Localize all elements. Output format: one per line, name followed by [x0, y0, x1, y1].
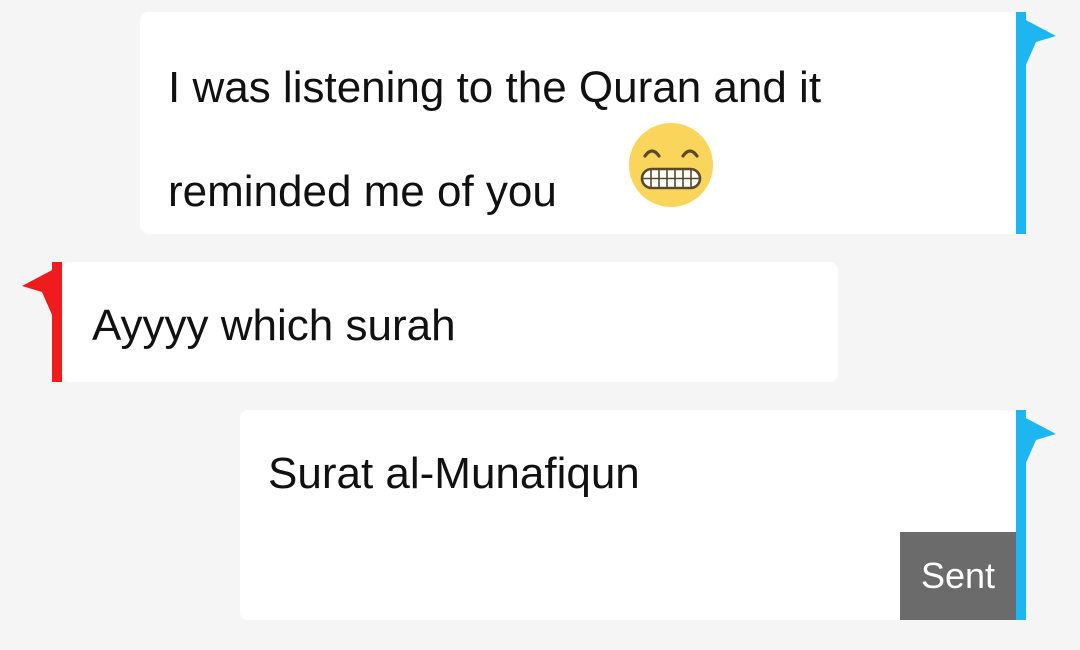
- outgoing-tail-icon: [1022, 18, 1056, 72]
- message-bubble-incoming[interactable]: Ayyyy which surah: [62, 262, 838, 382]
- grinning-face-emoji-icon: [629, 123, 713, 207]
- outgoing-tail-icon: [1022, 416, 1056, 470]
- sent-status-badge: Sent: [900, 532, 1016, 620]
- message-bubble-outgoing[interactable]: I was listening to the Quran and it remi…: [140, 12, 1018, 234]
- message-text-line: Ayyyy which surah: [92, 301, 456, 350]
- incoming-tail-icon: [22, 268, 56, 322]
- message-text-line: I was listening to the Quran and it: [168, 63, 822, 112]
- message-bubble-outgoing[interactable]: Surat al-Munafiqun Sent: [240, 410, 1018, 620]
- message-text-line: reminded me of you: [168, 167, 557, 216]
- message-text-line: Surat al-Munafiqun: [268, 449, 640, 498]
